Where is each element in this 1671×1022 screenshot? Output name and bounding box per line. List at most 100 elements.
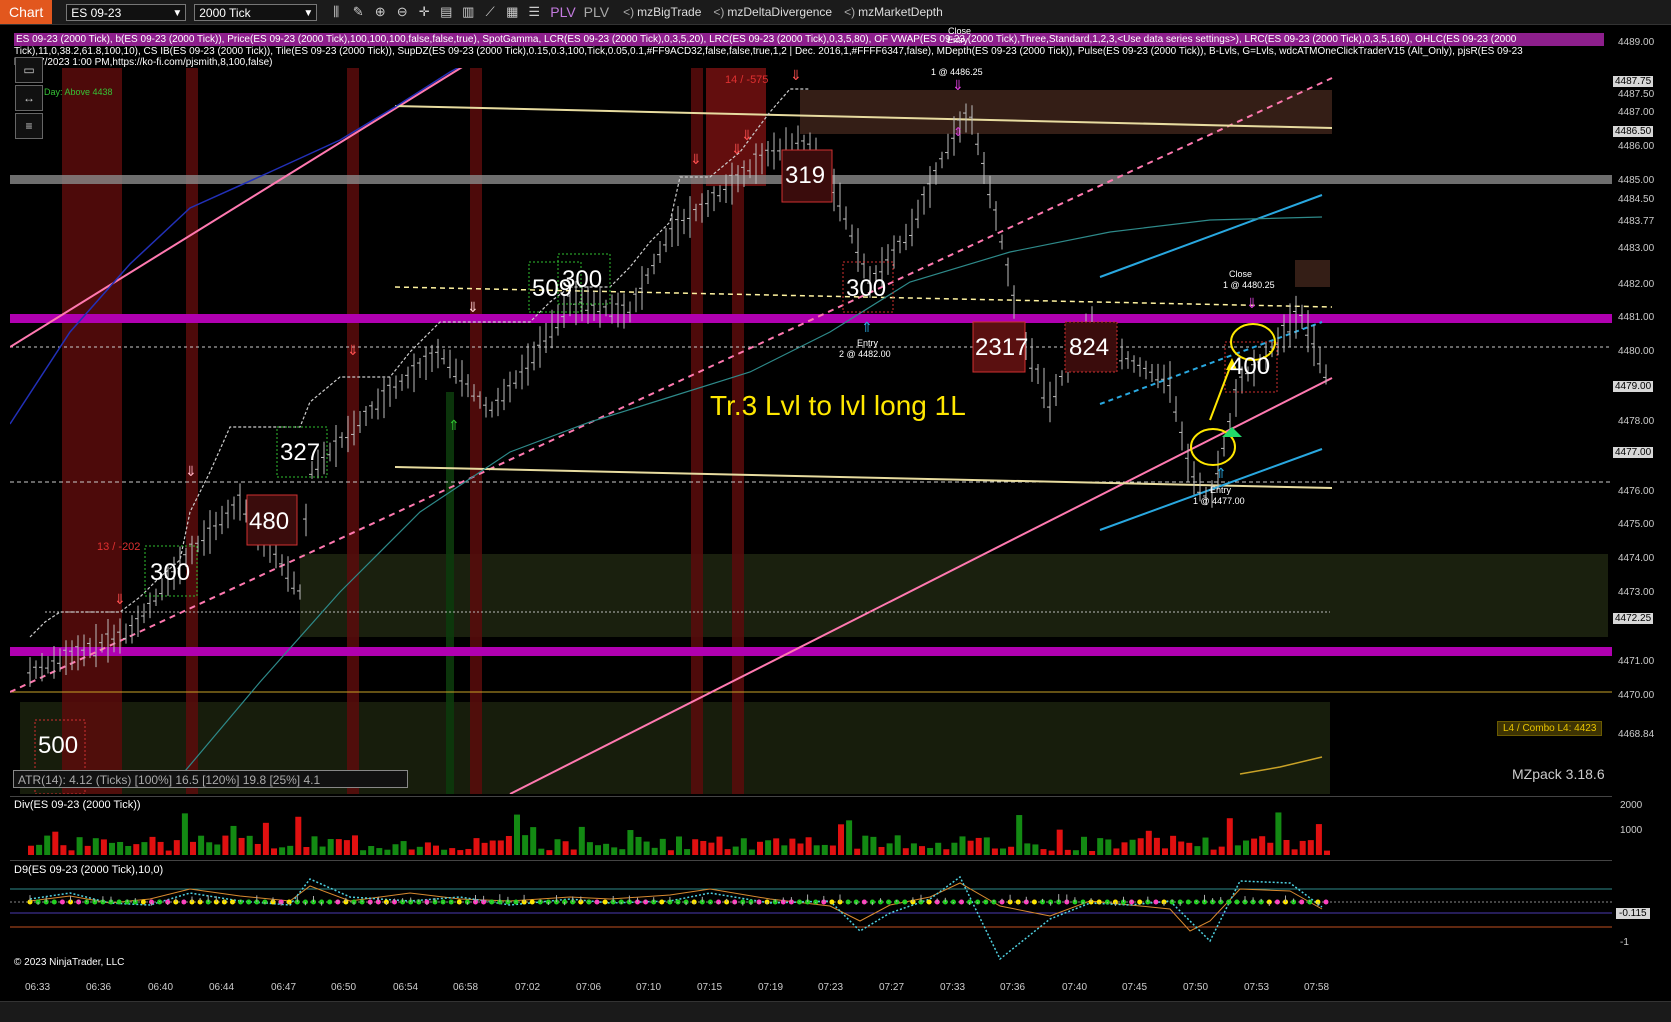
time-label: 06:36	[86, 982, 112, 993]
div-bar	[206, 842, 213, 855]
div-bar	[716, 836, 723, 855]
chart-tab[interactable]: Chart	[0, 0, 53, 24]
price-panel[interactable]: ⇓ ⇓ ⇓ ⇓ ⇓ ⇓ ⇓ ⇓ ⇑ ⇑ ⇑ ⇓ ⇓ ⇕ ES 09-23 (2000 Tick), b(E…	[10, 26, 1613, 794]
sell-arrow-icon: ⇓	[690, 152, 702, 168]
bar-type-icon[interactable]: ⫼	[325, 4, 347, 20]
div-bar	[84, 845, 91, 855]
price-label: 4487.50	[1618, 89, 1655, 100]
plv-button-2[interactable]: PLV	[584, 4, 609, 20]
menu-icon[interactable]: ≡	[15, 113, 43, 139]
legend-line-3: k),6/17/2023 1:00 PM,https://ko-fi.com/p…	[14, 57, 1604, 68]
sell-arrow-icon: ⇓	[114, 592, 126, 608]
div-bar	[335, 839, 342, 855]
div-bar	[384, 849, 391, 855]
d9-panel[interactable]: D9(ES 09-23 (2000 Tick),10,0) © 2023 Nin…	[10, 860, 1613, 977]
atr-readout: ATR(14): 4.12 (Ticks) [100%] 16.5 [120%]…	[13, 770, 408, 788]
div-bar	[522, 835, 529, 855]
div-bar	[578, 826, 585, 855]
div-bar	[570, 849, 577, 855]
div-bar	[262, 822, 269, 855]
templates-icon[interactable]: ▦	[501, 4, 523, 20]
div-bar	[1299, 840, 1306, 855]
div-bar	[1162, 848, 1168, 855]
volume-number: 824	[1069, 334, 1110, 361]
crosshair-icon[interactable]: ✛	[413, 4, 435, 20]
div-bar	[1267, 842, 1274, 855]
div-bar	[465, 848, 472, 855]
div-bar	[740, 838, 747, 855]
div-bar	[1291, 849, 1298, 855]
div-bar	[546, 850, 553, 855]
interval-select[interactable]: 2000 Tick ▼	[194, 3, 318, 21]
div-bar	[246, 835, 253, 855]
entry-label: Entry	[947, 35, 969, 45]
div-bar	[1178, 841, 1185, 855]
time-axis: 06:33 06:36 06:40 06:44 06:47 06:50 06:54 06:58…	[10, 978, 1610, 998]
mzpack-version: MZpack 3.18.6	[1512, 766, 1605, 782]
volume-number: 480	[249, 508, 290, 535]
properties-icon[interactable]: ▤	[435, 4, 457, 20]
plv-button[interactable]: PLV	[550, 4, 575, 20]
div-bar	[635, 836, 642, 855]
draw-pencil-icon[interactable]: ✎	[347, 4, 369, 20]
zoom-in-icon[interactable]: ⊕	[369, 4, 391, 20]
close-label: Close	[1229, 269, 1253, 279]
price-label: 4486.00	[1618, 141, 1655, 152]
div-bar	[781, 845, 788, 855]
div-bar	[52, 831, 59, 855]
resize-icon[interactable]: ↔	[15, 85, 43, 111]
supply-zone	[800, 90, 1332, 134]
data-box-icon[interactable]: ☰	[523, 4, 545, 20]
time-label: 07:53	[1244, 982, 1270, 993]
mzbigtrade-button[interactable]: <) mzBigTrade	[623, 5, 701, 19]
price-label: 4482.00	[1618, 279, 1655, 290]
div-bar	[1008, 846, 1015, 855]
trade-note: Tr.3 Lvl to lvl long 1L	[710, 390, 966, 421]
price-axis[interactable]: 4489.00 4487.75 4487.50 4487.00 4486.50 4486.…	[1612, 25, 1671, 1021]
volume-number: 500	[38, 732, 79, 759]
volume-number: 327	[280, 439, 321, 466]
div-bar	[1251, 838, 1258, 855]
div-panel[interactable]: Div(ES 09-23 (2000 Tick))	[10, 796, 1613, 859]
div-bar	[165, 850, 172, 855]
div-bar	[343, 840, 350, 855]
div-bar	[692, 839, 699, 855]
mzmarketdepth-button[interactable]: <) mzMarketDepth	[844, 5, 943, 19]
ruler-icon[interactable]: ▭	[15, 57, 43, 83]
div-bar	[181, 813, 188, 855]
time-label: 07:50	[1183, 982, 1209, 993]
instrument-select[interactable]: ES 09-23 ▼	[66, 3, 187, 21]
div-bar	[392, 844, 399, 855]
sell-arrow-icon: ⇓	[185, 464, 197, 480]
zoom-out-icon[interactable]: ⊖	[391, 4, 413, 20]
time-label: 06:40	[148, 982, 174, 993]
div-bar	[230, 825, 237, 855]
legend-line-1: ES 09-23 (2000 Tick), b(ES 09-23 (2000 T…	[14, 33, 1604, 46]
d9-axis-label: -1	[1620, 937, 1629, 948]
div-bar	[1283, 839, 1290, 855]
sell-arrow-icon: ⇓	[790, 68, 802, 84]
left-toolbar: ▭ ↔ ≡	[15, 57, 43, 141]
chart-legend: ES 09-23 (2000 Tick), b(ES 09-23 (2000 T…	[14, 33, 1604, 68]
div-bar	[554, 839, 561, 855]
horizontal-scrollbar[interactable]	[0, 1001, 1671, 1022]
div-bar	[1145, 830, 1152, 855]
volume-number: 300	[846, 275, 887, 302]
entry-label: Entry	[1210, 485, 1232, 495]
div-bar	[449, 848, 456, 855]
close-qty-label: 1 @ 4480.25	[1223, 280, 1275, 290]
mzdeltadivergence-button[interactable]: <) mzDeltaDivergence	[713, 5, 832, 19]
div-bar	[109, 842, 115, 855]
sell-arrow-icon: ⇓	[741, 128, 753, 144]
strategies-icon[interactable]: ⟋	[479, 4, 501, 20]
div-bar	[424, 842, 431, 855]
sell-arrow-icon: ⇓	[467, 300, 479, 316]
div-bar	[489, 840, 496, 855]
div-bar	[400, 841, 407, 855]
div-bar	[611, 847, 618, 855]
price-label: 4479.00	[1613, 381, 1654, 392]
volume-number: 300	[150, 559, 191, 586]
div-bar	[198, 835, 205, 855]
indicators-icon[interactable]: ▥	[457, 4, 479, 20]
div-bar	[538, 848, 545, 855]
